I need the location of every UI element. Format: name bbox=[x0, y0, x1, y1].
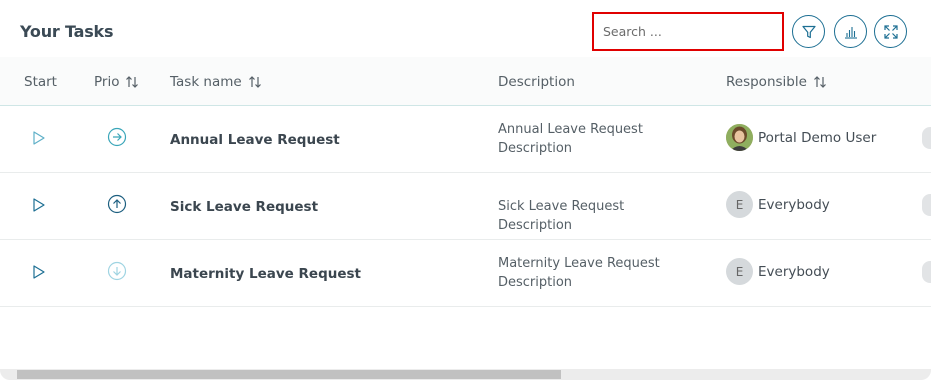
column-header-responsible[interactable]: Responsible bbox=[726, 74, 827, 90]
tasks-card: Your Tasks Start Prio bbox=[0, 0, 931, 380]
user-photo-icon bbox=[726, 124, 753, 151]
responsible-name: Everybody bbox=[758, 264, 830, 280]
play-icon[interactable] bbox=[31, 130, 47, 146]
column-header-start: Start bbox=[24, 74, 57, 90]
task-description: Maternity Leave Request Description bbox=[498, 256, 660, 290]
column-header-prio[interactable]: Prio bbox=[94, 74, 139, 90]
task-name[interactable]: Annual Leave Request bbox=[170, 132, 340, 148]
page-title: Your Tasks bbox=[20, 22, 114, 41]
sort-icon[interactable] bbox=[125, 75, 139, 89]
responsible-name: Everybody bbox=[758, 197, 830, 213]
column-header-description: Description bbox=[498, 74, 575, 90]
filter-icon bbox=[801, 25, 816, 38]
responsible-name: Portal Demo User bbox=[758, 130, 877, 146]
priority-low-icon bbox=[107, 261, 127, 281]
expand-button[interactable] bbox=[874, 15, 907, 48]
avatar bbox=[726, 124, 753, 151]
play-icon[interactable] bbox=[31, 264, 47, 280]
task-name[interactable]: Maternity Leave Request bbox=[170, 266, 361, 282]
table-row[interactable]: Sick Leave Request Sick Leave Request De… bbox=[0, 173, 931, 240]
chart-button[interactable] bbox=[834, 15, 867, 48]
expand-icon bbox=[883, 24, 898, 39]
scrollbar-thumb[interactable] bbox=[17, 370, 561, 379]
table-row[interactable]: Annual Leave Request Annual Leave Reques… bbox=[0, 106, 931, 173]
priority-normal-icon bbox=[107, 127, 127, 147]
task-name[interactable]: Sick Leave Request bbox=[170, 199, 318, 215]
table-header: Start Prio Task name Description Respons… bbox=[0, 57, 931, 106]
tasks-header: Your Tasks bbox=[0, 0, 931, 60]
filter-button[interactable] bbox=[792, 15, 825, 48]
sort-icon[interactable] bbox=[248, 75, 262, 89]
status-badge bbox=[922, 194, 931, 216]
sort-icon[interactable] bbox=[813, 75, 827, 89]
priority-high-icon bbox=[107, 194, 127, 214]
avatar: E bbox=[726, 258, 753, 285]
avatar: E bbox=[726, 191, 753, 218]
column-header-task-name[interactable]: Task name bbox=[170, 74, 262, 90]
chart-icon bbox=[844, 26, 857, 39]
status-badge bbox=[922, 127, 931, 149]
table-row[interactable]: Maternity Leave Request Maternity Leave … bbox=[0, 240, 931, 307]
play-icon[interactable] bbox=[31, 197, 47, 213]
search-input[interactable] bbox=[592, 12, 784, 51]
task-description: Sick Leave Request Description bbox=[498, 199, 625, 233]
task-description: Annual Leave Request Description bbox=[498, 122, 643, 156]
status-badge bbox=[922, 261, 931, 283]
